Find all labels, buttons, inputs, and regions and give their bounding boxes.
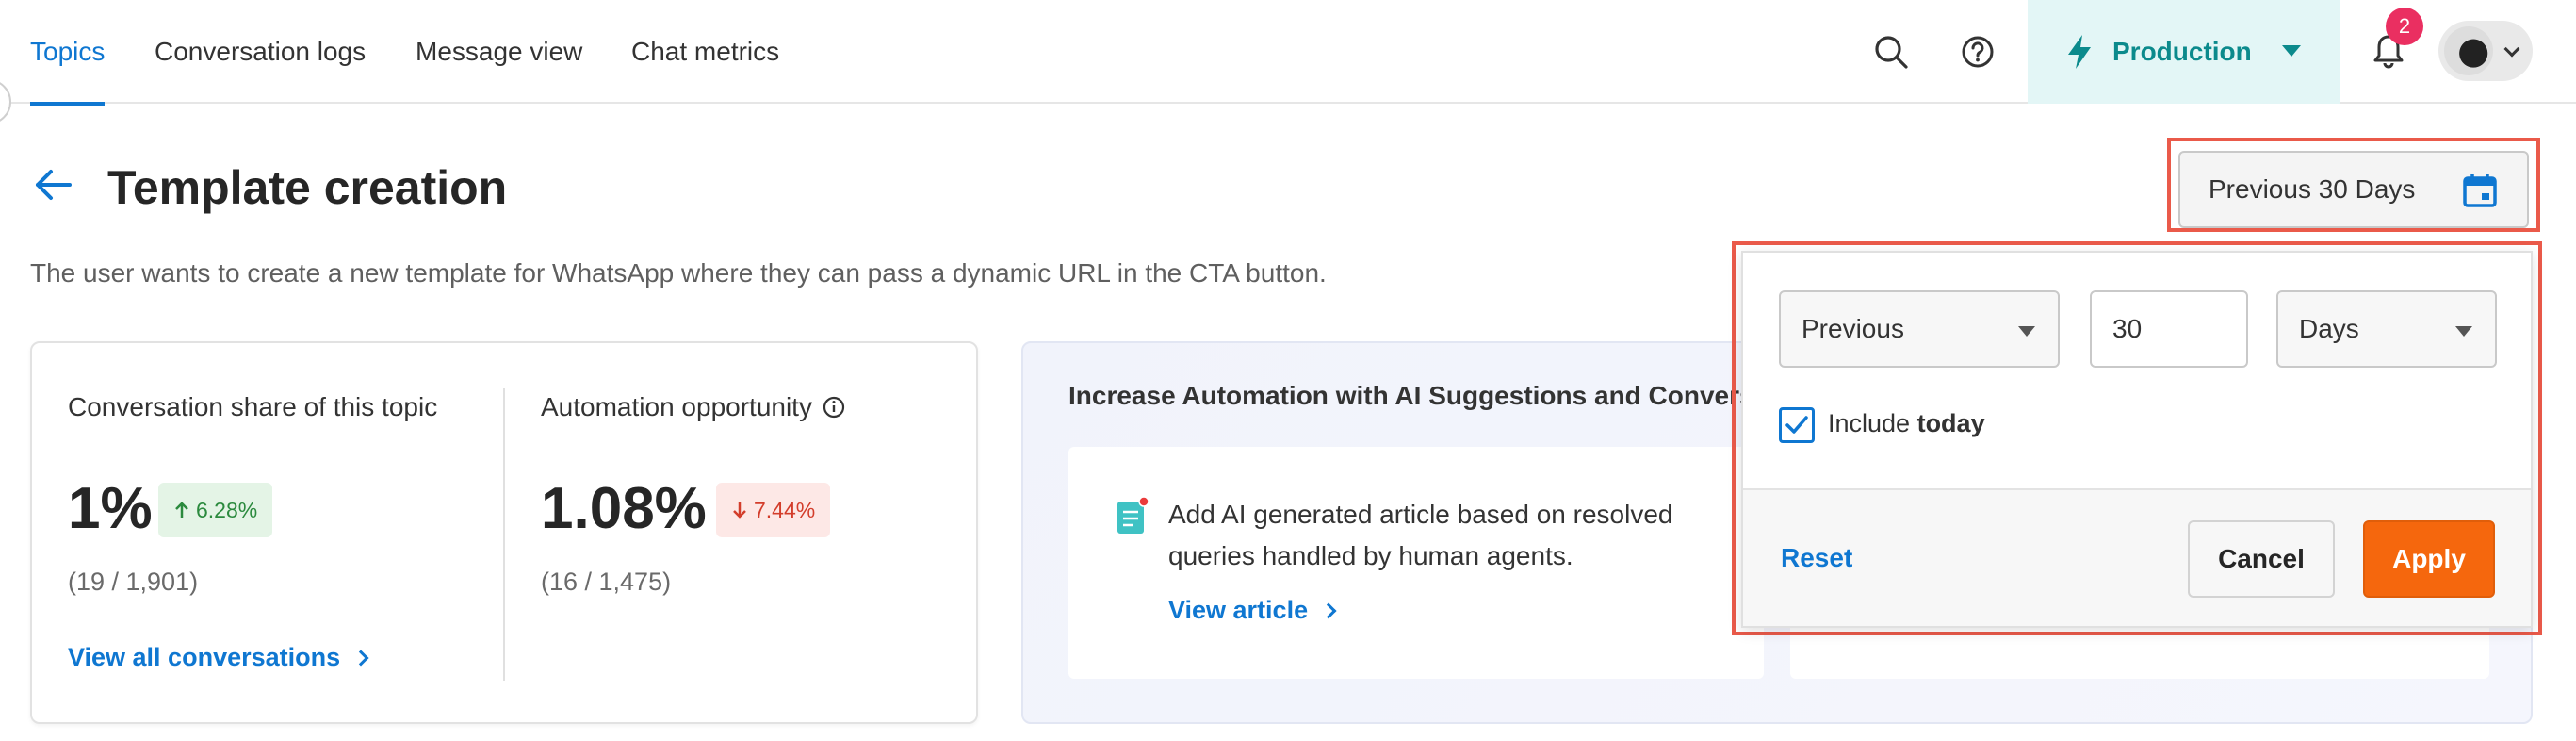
- include-today-label[interactable]: Include today: [1828, 409, 1985, 438]
- popover-footer: Reset Cancel Apply: [1743, 488, 2531, 626]
- search-icon[interactable]: [1866, 26, 1916, 77]
- calendar-icon: [2463, 174, 2497, 207]
- automation-opportunity-label: Automation opportunity: [541, 392, 846, 422]
- share-change-value: 6.28%: [196, 497, 258, 522]
- ai-suggestions-title: Increase Automation with AI Suggestions …: [1068, 381, 1769, 410]
- environment-selector[interactable]: Production: [2028, 0, 2340, 104]
- view-article-link[interactable]: View article: [1168, 596, 1337, 625]
- avatar: [2444, 26, 2493, 75]
- range-unit-value: Days: [2299, 314, 2359, 343]
- environment-label: Production: [2112, 37, 2252, 66]
- automation-opportunity-ratio: (16 / 1,475): [541, 568, 672, 596]
- automation-opportunity-value: 1.08%: [541, 476, 707, 541]
- topic-description: The user wants to create a new template …: [30, 258, 1327, 288]
- help-icon[interactable]: [1952, 26, 2003, 77]
- range-mode-value: Previous: [1802, 314, 1904, 343]
- range-mode-select[interactable]: Previous: [1779, 290, 2060, 368]
- ai-article-suggestion-text: Add AI generated article based on resolv…: [1168, 500, 1673, 570]
- page-title: Template creation: [107, 161, 508, 214]
- include-today-bold: today: [1916, 409, 1985, 437]
- chevron-right-icon: [352, 650, 369, 666]
- divider: [503, 388, 505, 681]
- date-range-popover: Previous 30 Days Include today Reset Can…: [1741, 251, 2533, 628]
- automation-change-badge: 7.44%: [716, 483, 831, 537]
- arrow-up-icon: [175, 502, 188, 518]
- conversation-share-value: 1%: [68, 476, 153, 541]
- conversation-share-label: Conversation share of this topic: [68, 392, 438, 421]
- lightning-icon: [2068, 35, 2091, 69]
- range-unit-select[interactable]: Days: [2276, 290, 2497, 368]
- checkmark-icon: [1785, 416, 1808, 434]
- view-article-label: View article: [1168, 596, 1309, 624]
- chevron-right-icon: [1320, 602, 1337, 618]
- include-prefix: Include: [1828, 409, 1917, 437]
- reset-button[interactable]: Reset: [1781, 543, 1852, 573]
- metrics-card: Conversation share of this topic 1% 6.28…: [30, 341, 978, 724]
- date-range-button[interactable]: Previous 30 Days: [2178, 151, 2529, 228]
- chevron-down-icon: [2282, 45, 2301, 57]
- automation-change-value: 7.44%: [754, 497, 816, 522]
- collapse-handle[interactable]: [0, 79, 11, 124]
- tab-topics[interactable]: Topics: [30, 0, 106, 106]
- tab-conversation-logs[interactable]: Conversation logs: [155, 0, 366, 104]
- document-icon: [1117, 496, 1149, 534]
- range-amount-value: 30: [2112, 314, 2143, 343]
- ai-article-suggestion-card: Add AI generated article based on resolv…: [1068, 447, 1764, 679]
- view-all-conversations-label: View all conversations: [68, 643, 341, 671]
- info-icon[interactable]: [822, 395, 846, 420]
- tab-chat-metrics[interactable]: Chat metrics: [631, 0, 779, 104]
- tab-message-view[interactable]: Message view: [416, 0, 582, 104]
- arrow-down-icon: [733, 502, 746, 519]
- top-nav: Topics Conversation logs Message view Ch…: [0, 0, 2576, 124]
- apply-button[interactable]: Apply: [2363, 520, 2495, 598]
- back-arrow-icon[interactable]: [30, 162, 75, 207]
- automation-opportunity-text: Automation opportunity: [541, 392, 812, 421]
- chevron-down-icon: [2018, 326, 2035, 337]
- user-menu[interactable]: [2438, 21, 2533, 81]
- view-all-conversations-link[interactable]: View all conversations: [68, 643, 369, 672]
- conversation-share-ratio: (19 / 1,901): [68, 568, 199, 596]
- include-today-checkbox[interactable]: [1779, 407, 1815, 443]
- share-change-badge: 6.28%: [158, 483, 273, 537]
- chevron-down-icon: [2455, 326, 2472, 337]
- cancel-button[interactable]: Cancel: [2188, 520, 2335, 598]
- chevron-down-icon: [2503, 41, 2520, 58]
- date-range-label: Previous 30 Days: [2209, 174, 2416, 204]
- range-amount-input[interactable]: 30: [2090, 290, 2248, 368]
- notification-badge: 2: [2386, 8, 2423, 45]
